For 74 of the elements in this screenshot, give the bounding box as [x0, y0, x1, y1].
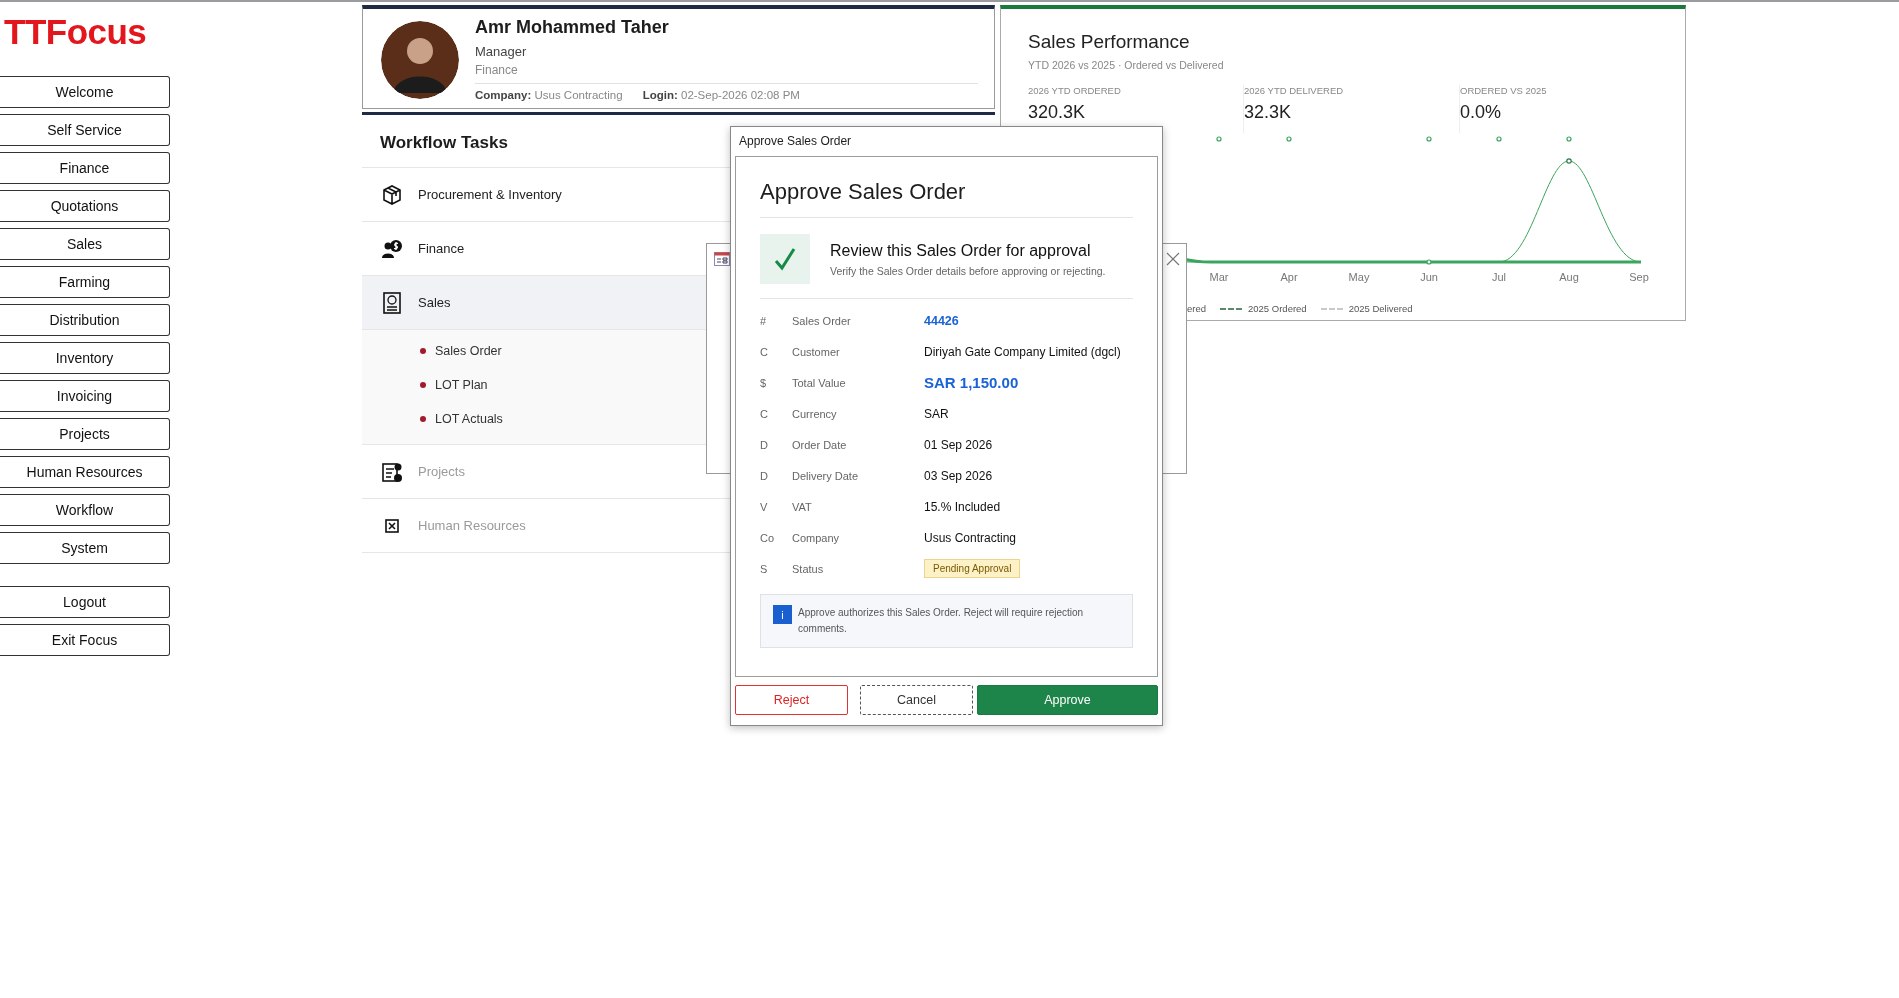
nav-button[interactable]: Inventory: [0, 342, 170, 374]
kpi-label: ORDERED VS 2025: [1460, 85, 1548, 96]
user-role: Manager: [475, 44, 528, 59]
cancel-button[interactable]: Cancel: [860, 685, 973, 715]
kpi-label: 2026 YTD DELIVERED: [1244, 85, 1345, 96]
nav-button[interactable]: Welcome: [0, 76, 170, 108]
field-label: Customer: [792, 344, 841, 360]
dialog-heading: Approve Sales Order: [760, 157, 1133, 218]
nav-button[interactable]: Human Resources: [0, 456, 170, 488]
kpi-value: 0.0%: [1460, 102, 1503, 123]
window-title: Approve Sales Order: [738, 133, 853, 150]
nav-button[interactable]: Sales: [0, 228, 170, 260]
nav-button[interactable]: Self Service: [0, 114, 170, 146]
axis-label: Aug: [1559, 271, 1579, 283]
login-info: Login: 02-Sep-2026 02:08 PM: [642, 89, 800, 101]
field-label: VAT: [792, 499, 813, 515]
field-label: Currency: [792, 406, 838, 422]
company-info: Company: Usus Contracting: [475, 89, 623, 101]
nav-button[interactable]: Workflow: [0, 494, 170, 526]
field-icon: Co: [760, 522, 792, 553]
kpi-label: 2026 YTD ORDERED: [1028, 85, 1122, 96]
field-value: Diriyah Gate Company Limited (dgcl): [924, 343, 1122, 361]
nav-button[interactable]: System: [0, 532, 170, 564]
status-badge: Pending Approval: [924, 559, 1021, 578]
approve-button[interactable]: Approve: [977, 685, 1158, 715]
field-label: Sales Order: [792, 313, 852, 329]
nav-button[interactable]: Finance: [0, 152, 170, 184]
axis-label: Mar: [1209, 271, 1229, 283]
nav-button[interactable]: Quotations: [0, 190, 170, 222]
bullet-icon: [420, 382, 426, 388]
field-icon: C: [760, 398, 792, 429]
workflow-subitem[interactable]: LOT Plan: [435, 378, 488, 392]
bullet-icon: [420, 416, 426, 422]
user-department: Finance: [475, 63, 519, 77]
reject-button[interactable]: Reject: [735, 685, 848, 715]
field-icon: $: [760, 367, 792, 398]
info-icon: i: [773, 605, 792, 624]
field-label: Company: [792, 530, 841, 546]
logo: TTFocus: [4, 12, 148, 52]
box-icon: [380, 182, 404, 207]
field-icon: C: [760, 336, 792, 367]
card-subtitle: YTD 2026 vs 2025 · Ordered vs Delivered: [1028, 59, 1225, 71]
nav-button[interactable]: Logout: [0, 586, 170, 618]
axis-label: May: [1348, 271, 1370, 283]
field-label: Delivery Date: [792, 468, 860, 484]
legend-label: 2025 Delivered: [1348, 303, 1413, 314]
axis-label: Jun: [1420, 271, 1438, 283]
bullet-icon: [420, 348, 426, 354]
kpi-value: 32.3K: [1244, 102, 1293, 123]
field-label: Status: [792, 561, 825, 577]
close-icon[interactable]: [1166, 252, 1180, 266]
kpi-value: 320.3K: [1028, 102, 1087, 123]
info-text: Approve authorizes this Sales Order. Reject will require rejection comments.: [798, 606, 1085, 636]
legend-label: 2025 Ordered: [1248, 303, 1307, 314]
nav-button[interactable]: Farming: [0, 266, 170, 298]
nav-button[interactable]: Projects: [0, 418, 170, 450]
nav-button[interactable]: Invoicing: [0, 380, 170, 412]
workflow-subitem[interactable]: LOT Actuals: [435, 412, 503, 426]
nav-button[interactable]: Distribution: [0, 304, 170, 336]
card-title: Sales Performance: [1028, 31, 1191, 53]
field-label: Total Value: [792, 375, 847, 391]
field-icon: S: [760, 553, 792, 584]
document-dollar-icon: [380, 290, 404, 315]
field-value: SAR: [924, 405, 950, 423]
axis-label: Jul: [1491, 271, 1507, 283]
nav-button[interactable]: Exit Focus: [0, 624, 170, 656]
axis-label: Sep: [1629, 271, 1649, 283]
field-icon: D: [760, 460, 792, 491]
workflow-subitem[interactable]: Sales Order: [435, 344, 502, 358]
user-name: Amr Mohammed Taher: [475, 17, 670, 38]
field-value: SAR 1,150.00: [924, 373, 1020, 393]
legend-label: ered: [1187, 303, 1206, 314]
axis-label: Apr: [1280, 271, 1298, 283]
field-value: 03 Sep 2026: [924, 467, 994, 485]
